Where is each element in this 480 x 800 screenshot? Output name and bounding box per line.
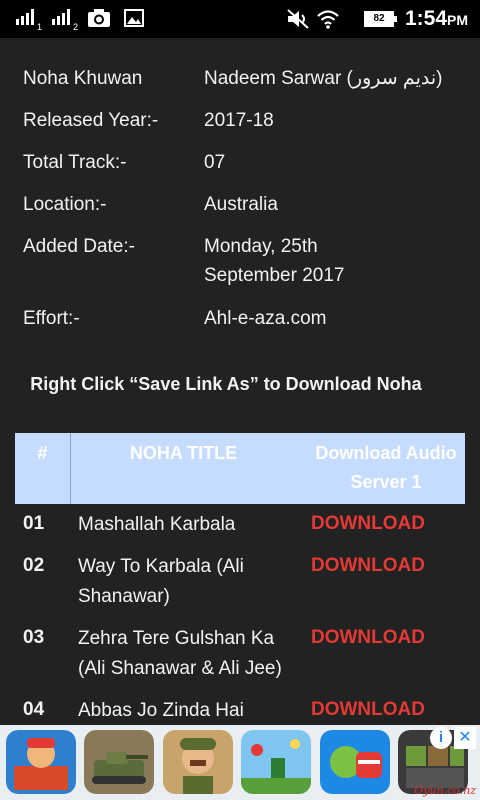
signal-icon	[52, 9, 70, 25]
table-header: # NOHA TITLE Download Audio Server 1	[15, 433, 465, 504]
track-title: Abbas Jo Zinda Hai	[78, 700, 244, 721]
download-link[interactable]: DOWNLOAD	[311, 699, 425, 721]
header-noha-title: NOHA TITLE	[129, 443, 238, 463]
header-number: #	[37, 443, 48, 463]
info-label-location: Location:-	[23, 194, 107, 215]
soldier-game-icon[interactable]	[163, 730, 233, 794]
track-number: 02	[23, 555, 45, 576]
platform-game-icon[interactable]	[241, 730, 311, 794]
download-link[interactable]: DOWNLOAD	[311, 627, 425, 649]
ad-brand-label: Oyun.co.nz	[414, 784, 476, 797]
wifi-icon	[317, 10, 339, 29]
info-value-location: Australia	[204, 194, 278, 215]
status-bar: 1 2 82 1:54PM	[0, 0, 480, 38]
subway-game-icon[interactable]	[6, 730, 76, 794]
info-value-noha-khuwan: Nadeem Sarwar (ندیم سرور)	[204, 68, 443, 89]
candy-game-icon[interactable]	[320, 730, 390, 794]
track-number: 01	[23, 513, 45, 534]
track-number: 04	[23, 699, 45, 720]
close-icon[interactable]: ✕	[454, 727, 476, 749]
info-value-added-date: Monday, 25th September 2017	[204, 236, 345, 286]
battery-icon: 82	[364, 11, 397, 27]
track-title: Mashallah Karbala	[78, 514, 236, 535]
camera-icon	[88, 9, 110, 27]
track-title: Way To Karbala (Ali Shanawar)	[78, 556, 244, 607]
track-title: Zehra Tere Gulshan Ka (Ali Shanawar & Al…	[78, 628, 282, 679]
info-label-effort: Effort:-	[23, 308, 80, 329]
info-value-released-year: 2017-18	[204, 110, 274, 131]
download-link[interactable]: DOWNLOAD	[311, 555, 425, 577]
sim1-label: 1	[37, 22, 43, 32]
info-label-total-track: Total Track:-	[23, 152, 127, 173]
ad-banner[interactable]: i ✕ Oyun.co.nz	[0, 725, 480, 800]
image-icon	[124, 9, 144, 27]
info-label-noha-khuwan: Noha Khuwan	[23, 68, 143, 89]
clock: 1:54PM	[404, 7, 468, 30]
info-label-released-year: Released Year:-	[23, 110, 159, 131]
page-content: Noha Khuwan Nadeem Sarwar (ندیم سرور) Re…	[0, 38, 480, 725]
mute-icon	[287, 9, 309, 29]
signal-icon	[16, 9, 34, 25]
info-value-total-track: 07	[204, 152, 226, 173]
info-value-effort[interactable]: Ahl-e-aza.com	[204, 304, 327, 333]
sim2-label: 2	[73, 22, 79, 32]
header-download: Download Audio Server 1	[315, 443, 457, 492]
track-number: 03	[23, 627, 45, 648]
info-icon[interactable]: i	[430, 727, 452, 749]
tank-game-icon[interactable]	[84, 730, 154, 794]
download-notice: Right Click “Save Link As” to Download N…	[30, 374, 422, 394]
info-label-added-date: Added Date:-	[23, 236, 135, 257]
download-link[interactable]: DOWNLOAD	[311, 513, 425, 535]
